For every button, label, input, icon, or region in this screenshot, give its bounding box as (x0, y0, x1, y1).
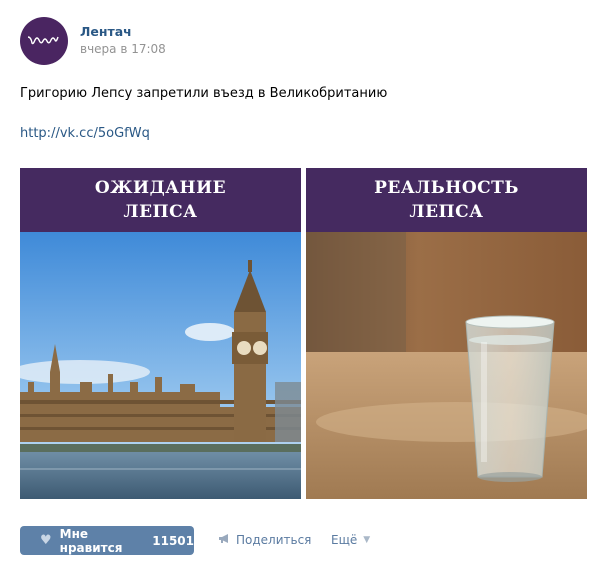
share-button[interactable]: Поделиться (218, 533, 311, 547)
caption-left-line1: ОЖИДАНИЕ (94, 178, 227, 198)
image-reality[interactable]: РЕАЛЬНОСТЬ ЛЕПСА (306, 168, 587, 499)
caption-right-line1: РЕАЛЬНОСТЬ (374, 178, 519, 198)
image-caption-right: РЕАЛЬНОСТЬ ЛЕПСА (306, 168, 587, 232)
image-caption-left: ОЖИДАНИЕ ЛЕПСА (20, 168, 301, 232)
chevron-down-icon: ▼ (363, 535, 371, 545)
caption-right-line2: ЛЕПСА (409, 202, 484, 222)
avatar[interactable] (20, 17, 68, 65)
like-count: 11501 (152, 533, 194, 548)
more-button[interactable]: Ещё ▼ (331, 533, 370, 547)
heart-icon: ♥ (40, 533, 52, 548)
post-date[interactable]: вчера в 17:08 (80, 42, 166, 56)
megaphone-icon (218, 533, 230, 547)
shot-glass-photo (306, 232, 587, 499)
big-ben-photo (20, 232, 301, 499)
share-label: Поделиться (236, 533, 312, 547)
like-button[interactable]: ♥ Мне нравится 11501 (20, 526, 194, 555)
image-expectation[interactable]: ОЖИДАНИЕ ЛЕПСА (20, 168, 301, 499)
author-name[interactable]: Лентач (80, 24, 132, 39)
post-text: Григорию Лепсу запретили въезд в Великоб… (20, 86, 388, 101)
more-label: Ещё (331, 533, 358, 547)
lentach-logo-icon (27, 36, 59, 45)
wall-post: Лентач вчера в 17:08 Григорию Лепсу запр… (0, 0, 600, 562)
like-label: Мне нравится (59, 526, 123, 555)
post-link[interactable]: http://vk.cc/5oGfWq (20, 126, 150, 141)
caption-left-line2: ЛЕПСА (123, 202, 198, 222)
